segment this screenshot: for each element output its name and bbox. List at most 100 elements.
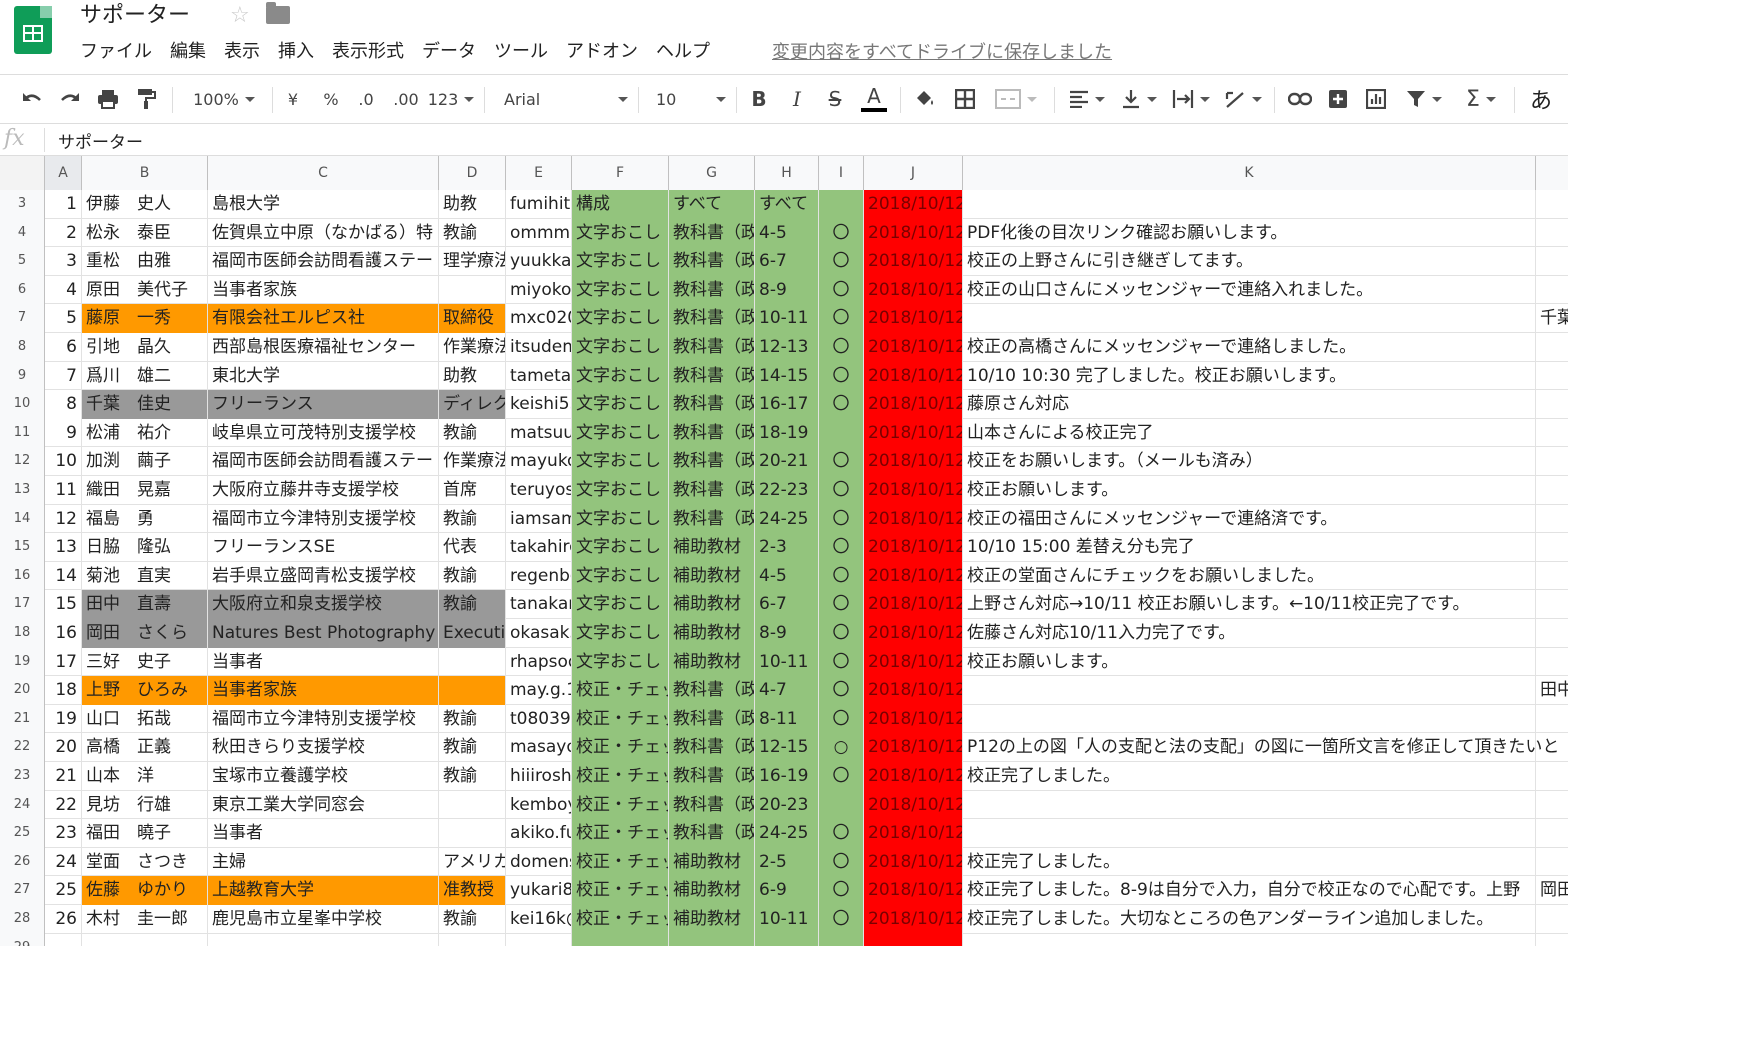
cell-f[interactable]: 校正・チェック bbox=[572, 676, 669, 705]
cell-d[interactable] bbox=[439, 790, 506, 820]
cell-h[interactable]: 22-23 bbox=[755, 476, 819, 505]
cell-h[interactable]: 2-5 bbox=[755, 847, 819, 877]
cell-f[interactable]: 文字おこし bbox=[572, 619, 669, 648]
cell-e[interactable]: miyoko. bbox=[506, 275, 572, 305]
cell-c[interactable]: 福岡市医師会訪問看護ステー bbox=[208, 247, 439, 276]
cell-k[interactable] bbox=[963, 704, 1536, 734]
cell-d[interactable]: 教諭 bbox=[439, 762, 506, 791]
cell-a[interactable]: 14 bbox=[45, 561, 82, 591]
cell-h[interactable]: 4-7 bbox=[755, 676, 819, 705]
cell-h[interactable]: すべて bbox=[755, 190, 819, 219]
cell-l[interactable] bbox=[1536, 476, 1568, 505]
menu-edit[interactable]: 編集 bbox=[170, 41, 206, 63]
cell-d[interactable]: 作業療法 bbox=[439, 447, 506, 476]
cell-h[interactable]: 18-19 bbox=[755, 418, 819, 448]
cell-b[interactable]: 上野 ひろみ bbox=[82, 676, 208, 705]
cell-f[interactable]: 文字おこし bbox=[572, 418, 669, 448]
cell-l[interactable] bbox=[1536, 791, 1568, 820]
cell-f[interactable]: 校正・チェック bbox=[572, 790, 669, 820]
cell-i[interactable]: 〇 bbox=[819, 304, 864, 333]
cell-k[interactable]: 校正お願いします。 bbox=[963, 647, 1536, 677]
cell-j[interactable]: 2018/10/12 bbox=[864, 619, 963, 648]
cell-d[interactable]: 教諭 bbox=[439, 418, 506, 448]
cell-j[interactable]: 2018/10/12 bbox=[864, 275, 963, 305]
cell-h[interactable]: 10-11 bbox=[755, 647, 819, 677]
cell-i[interactable]: 〇 bbox=[819, 619, 864, 648]
cell-e[interactable]: tametan bbox=[506, 361, 572, 391]
cell-a[interactable]: 18 bbox=[45, 676, 82, 705]
cell-i[interactable]: 〇 bbox=[819, 533, 864, 562]
cell-l[interactable] bbox=[1536, 819, 1568, 848]
cell-g[interactable]: 補助教材 bbox=[669, 533, 755, 562]
cell-i[interactable]: ○ bbox=[819, 733, 864, 762]
cell-f[interactable]: 文字おこし bbox=[572, 247, 669, 276]
cell-c[interactable]: 秋田きらり支援学校 bbox=[208, 733, 439, 762]
input-tools-button[interactable]: あ bbox=[1526, 85, 1556, 114]
cell-e[interactable]: mayuko bbox=[506, 447, 572, 476]
cell-k[interactable]: 山本さんによる校正完了 bbox=[963, 418, 1536, 448]
cell-e[interactable]: regenbo bbox=[506, 561, 572, 591]
cell-g[interactable]: 教科書（政 bbox=[669, 418, 755, 448]
column-header-h[interactable]: H bbox=[755, 156, 819, 190]
cell-g[interactable]: 教科書（政 bbox=[669, 304, 755, 333]
cell-d[interactable]: 教諭 bbox=[439, 561, 506, 591]
cell-f[interactable]: 校正・チェック bbox=[572, 819, 669, 848]
cell-k[interactable]: 校正の高橋さんにメッセンジャーで連絡しました。 bbox=[963, 333, 1536, 362]
cell-d[interactable]: 助教 bbox=[439, 190, 506, 219]
cell-e[interactable]: tanakan bbox=[506, 590, 572, 619]
cell-l[interactable] bbox=[1536, 505, 1568, 534]
cell-c[interactable]: フリーランスSE bbox=[208, 533, 439, 562]
cell-d[interactable]: 理学療法 bbox=[439, 247, 506, 276]
cell-i[interactable]: 〇 bbox=[819, 390, 864, 419]
row-header[interactable]: 26 bbox=[0, 847, 45, 877]
cell-a[interactable]: 26 bbox=[45, 905, 82, 934]
select-all-corner[interactable] bbox=[0, 156, 45, 190]
cell-a[interactable]: 7 bbox=[45, 361, 82, 391]
cell-h[interactable] bbox=[755, 933, 819, 946]
folder-icon[interactable] bbox=[266, 2, 290, 24]
cell-d[interactable]: 助教 bbox=[439, 361, 506, 391]
cell-i[interactable]: 〇 bbox=[819, 561, 864, 591]
cell-a[interactable] bbox=[45, 933, 82, 946]
cell-l[interactable]: 岡田 bbox=[1536, 876, 1568, 905]
row-header[interactable]: 9 bbox=[0, 361, 45, 391]
cell-h[interactable]: 6-7 bbox=[755, 247, 819, 276]
cell-i[interactable]: 〇 bbox=[819, 476, 864, 505]
cell-k[interactable]: P12の上の図「人の支配と法の支配」の図に一箇所文言を修正して頂きたいと bbox=[963, 733, 1559, 762]
cell-e[interactable]: mxc020 bbox=[506, 304, 572, 333]
menu-tools[interactable]: ツール bbox=[494, 41, 548, 63]
cell-i[interactable]: 〇 bbox=[819, 676, 864, 705]
document-title[interactable]: サポーター bbox=[80, 2, 190, 30]
cell-a[interactable]: 12 bbox=[45, 504, 82, 534]
cell-l[interactable] bbox=[1536, 419, 1568, 448]
cell-h[interactable]: 12-15 bbox=[755, 733, 819, 762]
cell-f[interactable]: 文字おこし bbox=[572, 590, 669, 619]
cell-k[interactable]: PDF化後の目次リンク確認お願いします。 bbox=[963, 218, 1536, 248]
cell-k[interactable]: 校正お願いします。 bbox=[963, 476, 1536, 505]
cell-c[interactable]: 福岡市立今津特別支援学校 bbox=[208, 504, 439, 534]
cell-g[interactable]: 教科書（政 bbox=[669, 762, 755, 791]
cell-a[interactable]: 23 bbox=[45, 819, 82, 848]
cell-b[interactable]: 伊藤 史人 bbox=[82, 190, 208, 219]
cell-g[interactable] bbox=[669, 933, 755, 946]
column-header-i[interactable]: I bbox=[819, 156, 864, 190]
cell-g[interactable]: 教科書（政 bbox=[669, 676, 755, 705]
cell-j[interactable]: 2018/10/12 bbox=[864, 361, 963, 391]
cell-i[interactable] bbox=[819, 190, 864, 219]
cell-j[interactable]: 2018/10/12 bbox=[864, 218, 963, 248]
cell-l[interactable] bbox=[1536, 648, 1568, 677]
merge-cells-icon[interactable] bbox=[990, 85, 1042, 113]
cell-e[interactable]: teruyosh bbox=[506, 476, 572, 505]
cell-l[interactable] bbox=[1536, 590, 1568, 619]
cell-j[interactable]: 2018/10/12 bbox=[864, 390, 963, 419]
cell-k[interactable] bbox=[963, 304, 1536, 333]
row-header[interactable]: 16 bbox=[0, 561, 45, 591]
row-header[interactable]: 18 bbox=[0, 619, 45, 648]
text-rotation-icon[interactable] bbox=[1222, 85, 1264, 113]
menu-format[interactable]: 表示形式 bbox=[332, 41, 404, 63]
horizontal-align-icon[interactable] bbox=[1066, 85, 1108, 113]
cell-c[interactable]: 西部島根医療福祉センター bbox=[208, 333, 439, 362]
cell-f[interactable]: 文字おこし bbox=[572, 304, 669, 333]
zoom-select[interactable]: 100% bbox=[186, 85, 262, 113]
row-header[interactable]: 3 bbox=[0, 190, 45, 219]
